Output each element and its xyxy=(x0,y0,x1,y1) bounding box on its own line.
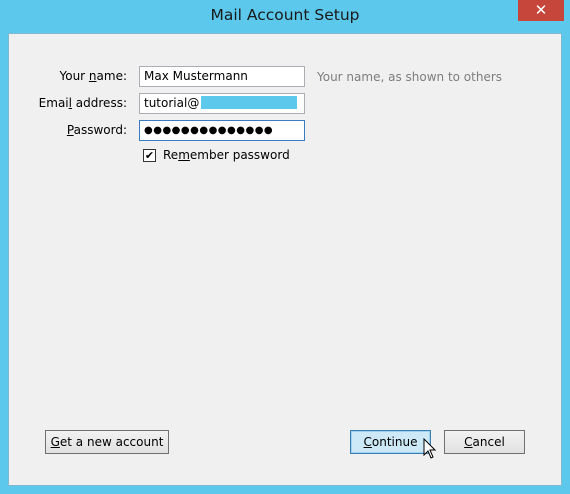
remember-password-label[interactable]: Remember password xyxy=(163,148,290,162)
close-button[interactable]: ✕ xyxy=(518,0,564,21)
cancel-button[interactable]: Cancel xyxy=(444,430,525,454)
mouse-pointer-icon xyxy=(423,438,437,459)
password-input[interactable]: ●●●●●●●●●●●●●● xyxy=(139,120,305,141)
name-label: Your name: xyxy=(59,69,127,83)
continue-button[interactable]: Continue xyxy=(350,430,431,454)
email-redaction xyxy=(201,96,298,109)
close-icon: ✕ xyxy=(534,1,548,19)
name-hint: Your name, as shown to others xyxy=(317,70,503,84)
checkmark-icon: ✔ xyxy=(144,149,155,162)
name-input-value: Max Mustermann xyxy=(144,69,248,83)
name-input[interactable]: Max Mustermann xyxy=(139,66,305,87)
get-new-account-button[interactable]: Get a new account xyxy=(45,430,169,454)
title-bar[interactable]: Mail Account Setup ✕ xyxy=(0,0,570,33)
mail-account-setup-window: Mail Account Setup ✕ Your name: Max Must… xyxy=(0,0,570,494)
dialog-body: Your name: Max Mustermann Your name, as … xyxy=(8,33,562,486)
remember-password-checkbox[interactable]: ✔ xyxy=(143,149,156,162)
password-label: Password: xyxy=(66,123,127,137)
email-input[interactable]: tutorial@ xyxy=(139,93,305,114)
email-input-value: tutorial@ xyxy=(144,96,200,110)
password-input-value: ●●●●●●●●●●●●●● xyxy=(144,125,274,136)
email-label: Email address: xyxy=(38,96,127,110)
window-title: Mail Account Setup xyxy=(210,6,360,24)
